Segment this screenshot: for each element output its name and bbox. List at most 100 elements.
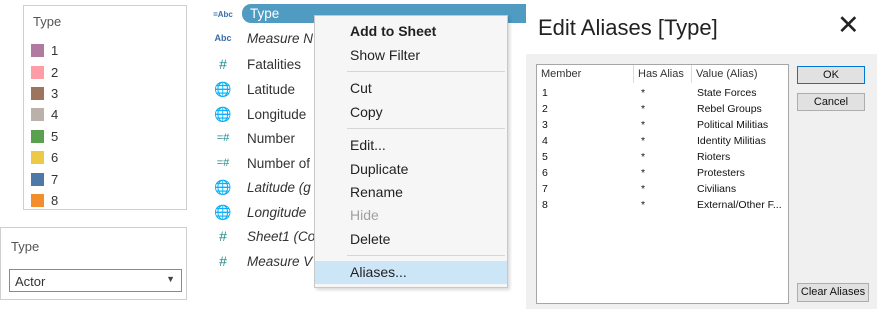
- member-cell: 6: [542, 167, 548, 179]
- filter-title: Type: [11, 239, 40, 254]
- field-item[interactable]: =# Number of: [213, 152, 310, 174]
- color-swatch: [31, 151, 44, 165]
- menu-item-rename[interactable]: Rename: [315, 181, 507, 204]
- menu-item-show-filter[interactable]: Show Filter: [315, 44, 507, 67]
- field-item[interactable]: 🌐 Latitude (g: [213, 176, 311, 198]
- legend-item[interactable]: 1: [31, 40, 58, 61]
- alias-value-cell[interactable]: Political Militias: [697, 119, 768, 131]
- has-alias-cell: *: [641, 103, 646, 115]
- field-name: Longitude: [247, 106, 307, 122]
- member-cell: 7: [542, 183, 548, 195]
- legend-item[interactable]: 3: [31, 83, 58, 104]
- table-row[interactable]: 2 * Rebel Groups: [537, 102, 788, 118]
- field-item[interactable]: Abc Measure N: [213, 27, 313, 49]
- calculated-number-icon: =#: [216, 132, 230, 144]
- alias-value-cell[interactable]: Rebel Groups: [697, 103, 762, 115]
- calculated-string-icon: =Abc: [213, 9, 233, 19]
- globe-icon: 🌐: [214, 105, 232, 122]
- legend-item[interactable]: 5: [31, 126, 58, 147]
- cancel-button[interactable]: Cancel: [797, 93, 865, 111]
- table-row[interactable]: 5 * Rioters: [537, 150, 788, 166]
- menu-item-aliases[interactable]: Aliases...: [315, 261, 507, 284]
- alias-value-cell[interactable]: Civilians: [697, 183, 736, 195]
- column-header-has-alias[interactable]: Has Alias: [638, 68, 684, 80]
- calculated-number-icon: =#: [216, 157, 230, 169]
- type-filter-card: Type Actor ▼: [0, 227, 187, 300]
- table-row[interactable]: 8 * External/Other F...: [537, 198, 788, 214]
- column-header-value[interactable]: Value (Alias): [696, 68, 758, 80]
- ok-button[interactable]: OK: [797, 66, 865, 84]
- legend-item[interactable]: 8: [31, 190, 58, 211]
- color-swatch: [31, 193, 44, 207]
- legend-item-label: 1: [51, 43, 59, 59]
- column-divider[interactable]: [691, 65, 692, 83]
- field-item[interactable]: # Measure V: [213, 250, 312, 272]
- field-name: Number: [247, 130, 296, 146]
- clear-aliases-button[interactable]: Clear Aliases: [797, 283, 869, 302]
- legend-item[interactable]: 6: [31, 147, 58, 168]
- filter-selected-value: Actor: [15, 274, 46, 289]
- legend-item[interactable]: 2: [31, 61, 58, 82]
- dialog-body: Member Has Alias Value (Alias) 1 * State F…: [526, 54, 877, 309]
- filter-dropdown[interactable]: Actor ▼: [9, 269, 182, 292]
- menu-item-copy[interactable]: Copy: [315, 101, 507, 124]
- field-name: Fatalities: [247, 56, 302, 72]
- has-alias-cell: *: [641, 119, 646, 131]
- menu-item-duplicate[interactable]: Duplicate: [315, 158, 507, 181]
- color-swatch: [31, 129, 44, 143]
- has-alias-cell: *: [641, 199, 646, 211]
- close-icon[interactable]: ✕: [837, 12, 860, 39]
- legend-item[interactable]: 7: [31, 168, 58, 189]
- has-alias-cell: *: [641, 87, 646, 99]
- globe-icon: 🌐: [214, 178, 232, 195]
- dialog-title: Edit Aliases [Type]: [538, 15, 718, 40]
- field-name: Latitude (g: [247, 179, 311, 195]
- legend-item-label: 7: [51, 171, 59, 187]
- dropdown-arrow-icon[interactable]: ▼: [166, 274, 175, 284]
- alias-value-cell[interactable]: Identity Militias: [697, 135, 766, 147]
- legend-title: Type: [33, 14, 62, 29]
- color-swatch: [31, 172, 44, 186]
- legend-item-label: 2: [51, 64, 59, 80]
- table-row[interactable]: 1 * State Forces: [537, 86, 788, 102]
- table-row[interactable]: 7 * Civilians: [537, 182, 788, 198]
- has-alias-cell: *: [641, 135, 646, 147]
- menu-separator: [347, 255, 505, 256]
- field-item[interactable]: 🌐 Longitude: [213, 103, 306, 125]
- alias-value-cell[interactable]: State Forces: [697, 87, 757, 99]
- member-cell: 8: [542, 199, 548, 211]
- alias-value-cell[interactable]: Rioters: [697, 151, 730, 163]
- field-item[interactable]: # Fatalities: [213, 53, 301, 75]
- alias-value-cell[interactable]: Protesters: [697, 167, 745, 179]
- column-header-member[interactable]: Member: [541, 68, 581, 80]
- field-item[interactable]: 🌐 Longitude: [213, 201, 306, 223]
- field-item[interactable]: =# Number: [213, 127, 295, 149]
- member-cell: 1: [542, 87, 548, 99]
- menu-separator: [347, 71, 505, 72]
- menu-item-add-to-sheet[interactable]: Add to Sheet: [315, 20, 507, 43]
- globe-icon: 🌐: [214, 203, 232, 220]
- field-item[interactable]: 🌐 Latitude: [213, 78, 295, 100]
- table-row[interactable]: 3 * Political Militias: [537, 118, 788, 134]
- alias-value-cell[interactable]: External/Other F...: [697, 199, 782, 211]
- menu-item-cut[interactable]: Cut: [315, 77, 507, 100]
- menu-item-edit[interactable]: Edit...: [315, 134, 507, 157]
- edit-aliases-dialog: Edit Aliases [Type] ✕ Member Has Alias V…: [526, 0, 877, 309]
- menu-separator: [347, 128, 505, 129]
- menu-item-delete[interactable]: Delete: [315, 228, 507, 251]
- number-icon: #: [219, 253, 227, 269]
- column-divider[interactable]: [633, 65, 634, 83]
- color-legend: Type 1 2 3 4 5 6 7 8: [23, 5, 187, 210]
- member-cell: 3: [542, 119, 548, 131]
- number-icon: #: [219, 228, 227, 244]
- field-item[interactable]: # Sheet1 (Co: [213, 225, 315, 247]
- color-swatch: [31, 44, 44, 58]
- table-row[interactable]: 4 * Identity Militias: [537, 134, 788, 150]
- member-cell: 4: [542, 135, 548, 147]
- aliases-table[interactable]: Member Has Alias Value (Alias) 1 * State F…: [536, 64, 789, 304]
- legend-item[interactable]: 4: [31, 104, 58, 125]
- table-row[interactable]: 6 * Protesters: [537, 166, 788, 182]
- color-swatch: [31, 86, 44, 100]
- field-name: Latitude: [247, 81, 296, 97]
- legend-item-label: 8: [51, 192, 59, 208]
